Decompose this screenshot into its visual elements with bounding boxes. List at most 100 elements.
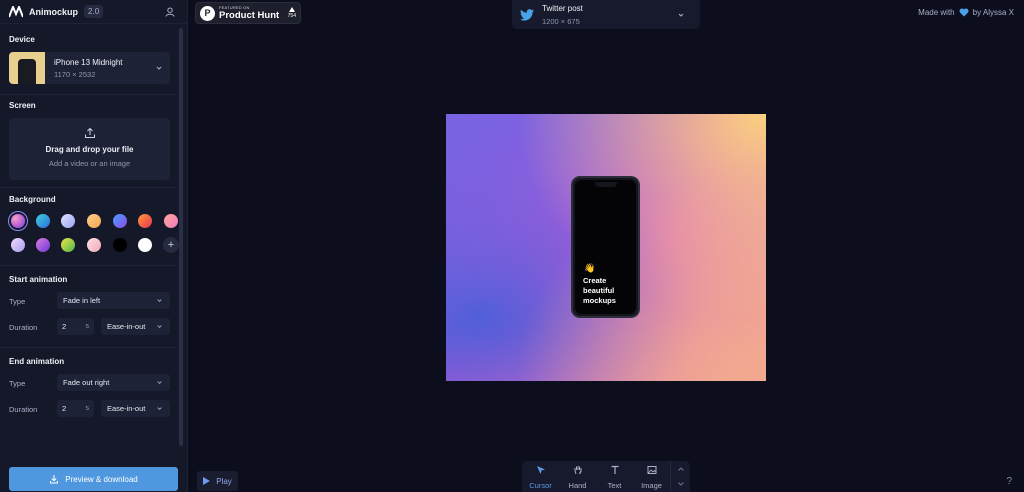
bottom-toolbar: Cursor Hand Text Image <box>522 461 690 492</box>
start-type-select[interactable]: Fade in left <box>57 292 170 309</box>
background-swatch-blue-violet[interactable] <box>113 214 127 228</box>
preview-download-button[interactable]: Preview & download <box>9 467 178 491</box>
tool-text-label: Text <box>607 481 622 490</box>
background-swatch-green-yellow[interactable] <box>61 238 75 252</box>
background-swatch-purple-pink[interactable] <box>11 214 25 228</box>
start-duration-label: Duration <box>9 323 38 332</box>
tool-cursor[interactable]: Cursor <box>522 461 559 492</box>
device-section-title: Device <box>9 35 35 44</box>
mockup-canvas[interactable]: 👋 Create beautiful mockups <box>446 114 766 381</box>
start-animation-title: Start animation <box>9 275 68 284</box>
product-hunt-votes: 754 <box>287 13 296 19</box>
device-name: iPhone 13 Midnight <box>54 57 123 67</box>
end-easing-value: Ease-in-out <box>107 404 146 413</box>
device-selector[interactable]: iPhone 13 Midnight 1170 × 2532 <box>9 52 170 84</box>
heart-icon <box>959 8 969 17</box>
phone-screen: 👋 Create beautiful mockups <box>575 180 636 314</box>
drop-zone-subtitle: Add a video or an image <box>48 159 131 168</box>
tool-hand[interactable]: Hand <box>559 461 596 492</box>
start-duration-unit: s <box>85 323 90 330</box>
start-easing-value: Ease-in-out <box>107 322 146 331</box>
screen-section-title: Screen <box>9 101 36 110</box>
divider <box>0 347 176 348</box>
background-swatch-cyan-blue[interactable] <box>36 214 50 228</box>
app-name: Animockup <box>29 6 79 17</box>
waving-hand-emoji: 👋 <box>584 263 596 273</box>
format-name: Twitter post <box>542 3 583 13</box>
device-thumbnail <box>9 52 45 84</box>
tool-cursor-label: Cursor <box>529 481 552 490</box>
product-hunt-logo-icon: P <box>200 5 215 21</box>
hand-icon <box>574 466 581 475</box>
start-type-value: Fade in left <box>63 296 101 305</box>
toolbar-expand[interactable] <box>670 461 690 492</box>
background-swatch-light-pink[interactable] <box>87 238 101 252</box>
chevron-down-icon <box>677 482 684 486</box>
phone-screen-text: Create beautiful mockups <box>583 276 616 306</box>
end-type-label: Type <box>9 379 26 388</box>
credit-prefix: Made with <box>918 8 955 17</box>
background-section-title: Background <box>9 195 56 204</box>
divider <box>0 187 176 188</box>
download-icon <box>50 475 59 484</box>
chevron-down-icon <box>157 407 162 411</box>
end-easing-select[interactable]: Ease-in-out <box>101 400 170 417</box>
play-label: Play <box>216 476 232 486</box>
background-swatch-orange[interactable] <box>87 214 101 228</box>
divider <box>0 94 176 95</box>
end-animation-title: End animation <box>9 357 65 366</box>
format-selector[interactable]: Twitter post 1200 × 675 <box>512 0 700 29</box>
tool-hand-label: Hand <box>568 481 587 490</box>
tool-text[interactable]: Text <box>596 461 633 492</box>
play-button[interactable]: Play <box>197 471 238 491</box>
phone-mockup[interactable]: 👋 Create beautiful mockups <box>571 176 640 318</box>
product-hunt-badge[interactable]: P FEATURED ON Product Hunt 754 <box>195 2 301 24</box>
drop-zone-title: Drag and drop your file <box>45 145 134 154</box>
background-swatch-white[interactable] <box>138 238 152 252</box>
tool-image-label: Image <box>641 481 662 490</box>
background-swatch-lilac[interactable] <box>11 238 25 252</box>
file-drop-zone[interactable]: Drag and drop your file Add a video or a… <box>9 118 170 180</box>
end-duration-input[interactable]: 2 s <box>57 400 94 417</box>
image-icon <box>647 466 656 474</box>
chevron-up-icon <box>677 467 684 471</box>
background-swatch-black[interactable] <box>113 238 127 252</box>
chevron-down-icon <box>678 13 684 17</box>
background-swatch-pink[interactable] <box>164 214 178 228</box>
help-icon[interactable]: ? <box>1006 476 1012 487</box>
device-resolution: 1170 × 2532 <box>54 69 96 79</box>
start-duration-input[interactable]: 2 s <box>57 318 94 335</box>
background-swatch-lavender[interactable] <box>61 214 75 228</box>
cursor-icon <box>536 466 545 474</box>
upvote-icon <box>288 7 295 12</box>
chevron-down-icon <box>157 381 162 385</box>
chevron-down-icon <box>157 299 162 303</box>
user-account-button[interactable] <box>162 4 178 20</box>
divider <box>0 265 176 266</box>
chevron-down-icon <box>157 325 162 329</box>
product-hunt-name: Product Hunt <box>219 9 280 21</box>
sidebar-header: Animockup 2.0 <box>0 0 187 24</box>
add-background-button[interactable]: + <box>163 237 179 253</box>
background-swatch-purple[interactable] <box>36 238 50 252</box>
background-swatch-red-orange[interactable] <box>138 214 152 228</box>
user-icon <box>165 7 175 17</box>
end-duration-value: 2 <box>62 404 67 413</box>
start-type-label: Type <box>9 297 26 306</box>
made-with-credit[interactable]: Made with by Alyssa X <box>918 8 1014 17</box>
start-duration-value: 2 <box>62 322 67 331</box>
end-duration-unit: s <box>85 405 90 412</box>
end-type-select[interactable]: Fade out right <box>57 374 170 391</box>
text-icon <box>611 465 618 474</box>
start-easing-select[interactable]: Ease-in-out <box>101 318 170 335</box>
end-type-value: Fade out right <box>63 378 110 387</box>
animockup-logo-icon <box>9 5 23 17</box>
credit-suffix: by Alyssa X <box>972 8 1014 17</box>
sidebar-scrollbar[interactable] <box>179 28 183 446</box>
sidebar: Animockup 2.0 Device iPhone 13 Midnight … <box>0 0 188 492</box>
version-badge: 2.0 <box>84 5 104 18</box>
upload-icon <box>84 127 95 138</box>
preview-download-label: Preview & download <box>65 474 138 484</box>
chevron-down-icon <box>156 66 162 70</box>
tool-image[interactable]: Image <box>633 461 670 492</box>
